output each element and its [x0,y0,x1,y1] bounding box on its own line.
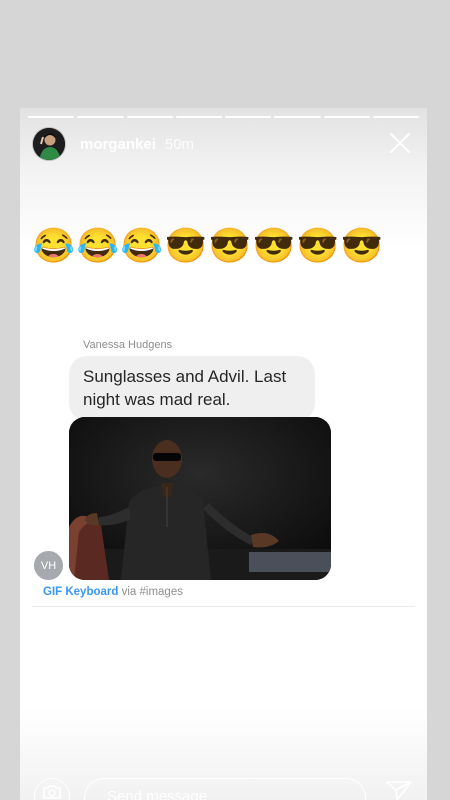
gif-attribution: GIF Keyboard via #images [43,586,183,598]
story-progress-bar [28,116,419,118]
progress-segment [126,116,173,118]
emoji: 😎 [340,227,384,265]
send-icon [386,781,412,800]
story-footer: Send message [20,766,427,800]
progress-segment [323,116,370,118]
send-message-input[interactable]: Send message [84,778,366,800]
close-button[interactable] [385,128,415,158]
sender-name: Vanessa Hudgens [83,339,173,351]
send-button[interactable] [385,780,413,800]
emoji: 😎 [296,227,340,265]
message-bubble: Sunglasses and Advil. Last night was mad… [69,356,315,421]
camera-button[interactable] [34,778,70,800]
emoji: 😎 [208,227,252,265]
story-header: morgankei 50m [32,126,419,162]
emoji: 😂 [76,227,120,265]
gif-keyboard-link[interactable]: GIF Keyboard [43,586,118,598]
emoji: 😎 [252,227,296,265]
gif-via-text: via #images [118,586,183,598]
story-username[interactable]: morgankei [80,136,156,153]
sender-avatar: VH [32,549,65,582]
gif-image[interactable] [69,417,331,580]
progress-segment [28,116,75,118]
progress-segment [175,116,222,118]
user-avatar[interactable] [32,127,66,161]
story-viewer: morgankei 50m 😂 😂 😂 😎 😎 😎 😎 😎 Vanessa Hu… [20,108,427,800]
progress-segment [225,116,272,118]
story-timestamp: 50m [164,135,195,153]
emoji: 😂 [120,227,164,265]
emoji: 😂 [32,227,76,265]
shared-message-card: Vanessa Hudgens Sunglasses and Advil. La… [32,330,415,607]
progress-segment [372,116,419,118]
camera-icon [43,785,61,799]
emoji-row: 😂 😂 😂 😎 😎 😎 😎 😎 [32,226,384,266]
emoji: 😎 [164,227,208,265]
progress-segment [274,116,321,118]
progress-segment [77,116,124,118]
close-icon [390,133,410,153]
